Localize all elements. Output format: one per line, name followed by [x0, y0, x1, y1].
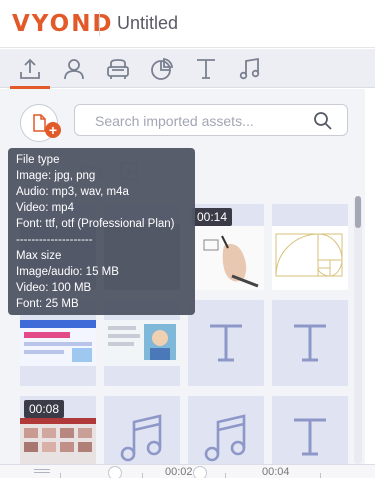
tab-upload[interactable]: [8, 49, 52, 89]
tooltip-line: Video: 100 MB: [16, 282, 92, 294]
tooltip-line: Font: 25 MB: [16, 298, 79, 310]
search-input[interactable]: [95, 111, 315, 131]
tooltip-line: Video: mp4: [16, 202, 74, 214]
asset-tile-video[interactable]: 00:14: [188, 204, 264, 290]
tab-characters[interactable]: [52, 49, 96, 88]
scrollbar-thumb[interactable]: [355, 196, 361, 228]
asset-tile-audio[interactable]: [188, 396, 264, 466]
asset-category-tabs: [0, 49, 375, 89]
plus-icon: +: [45, 122, 61, 138]
asset-tile-font[interactable]: [272, 300, 348, 386]
search-icon[interactable]: [313, 111, 333, 131]
asset-tile-font[interactable]: [188, 300, 264, 386]
header-divider: [99, 12, 100, 36]
timeline-mark: 00:02: [165, 466, 193, 478]
video-thumbnail: [20, 418, 96, 466]
timeline-ruler[interactable]: 00:02 00:04: [0, 464, 375, 478]
project-title[interactable]: Untitled: [117, 13, 178, 34]
video-frame-image: [20, 418, 96, 452]
timeline-tick: [225, 473, 226, 478]
tooltip-line: Audio: mp3, wav, m4a: [16, 186, 129, 198]
music-note-icon: [120, 414, 162, 462]
armchair-icon: [107, 58, 129, 79]
asset-tile-video[interactable]: 00:08: [20, 396, 96, 466]
scrollbar-track[interactable]: [354, 196, 362, 464]
top-header: VYOND Untitled: [0, 0, 375, 48]
golden-spiral-image: [275, 233, 343, 277]
timeline-mark: 00:04: [262, 466, 290, 478]
tooltip-line: Max size: [16, 250, 62, 262]
timeline-tick: [320, 473, 321, 478]
timeline-handle[interactable]: [193, 466, 207, 478]
tab-charts[interactable]: [140, 49, 184, 88]
timeline-tick: [60, 473, 61, 478]
tooltip-line: Image/audio: 15 MB: [16, 266, 119, 278]
image-thumbnail: [104, 320, 180, 366]
app-root: VYOND Untitled + Search imported assets.…: [0, 0, 375, 478]
tab-text[interactable]: [184, 49, 228, 88]
search-box: [74, 104, 348, 136]
slide-image: [108, 324, 176, 360]
font-icon: [210, 324, 242, 362]
tab-props[interactable]: [96, 49, 140, 88]
timeline-tick: [142, 473, 143, 478]
user-icon: [64, 58, 84, 79]
image-thumbnail: [272, 226, 348, 290]
image-thumbnail: [20, 320, 96, 366]
tab-audio[interactable]: [228, 49, 272, 88]
drag-handle[interactable]: [34, 469, 50, 470]
asset-tile-image[interactable]: [272, 204, 348, 290]
music-note-icon: [204, 414, 246, 462]
file-type-tooltip: File type Image: jpg, png Audio: mp3, wa…: [8, 148, 195, 315]
tooltip-line: Font: ttf, otf (Professional Plan): [16, 218, 175, 230]
duration-badge: 00:08: [24, 400, 65, 418]
tooltip-line: --------------------: [16, 234, 93, 246]
drag-handle[interactable]: [34, 472, 50, 473]
asset-tile-font[interactable]: [272, 396, 348, 466]
font-icon: [294, 324, 326, 362]
text-icon: [197, 58, 215, 79]
duration-badge: 00:14: [192, 208, 233, 226]
hand-drawing-illustration: [203, 235, 259, 288]
music-icon: [239, 57, 260, 79]
tooltip-line: File type: [16, 154, 60, 166]
asset-tile-audio[interactable]: [104, 396, 180, 466]
pie-chart-icon: [151, 57, 174, 80]
poster-image: [20, 320, 96, 362]
font-icon: [294, 418, 326, 456]
video-thumbnail: [188, 226, 264, 290]
timeline-handle[interactable]: [108, 466, 122, 478]
tooltip-line: Image: jpg, png: [16, 170, 96, 182]
upload-icon: [20, 58, 40, 79]
